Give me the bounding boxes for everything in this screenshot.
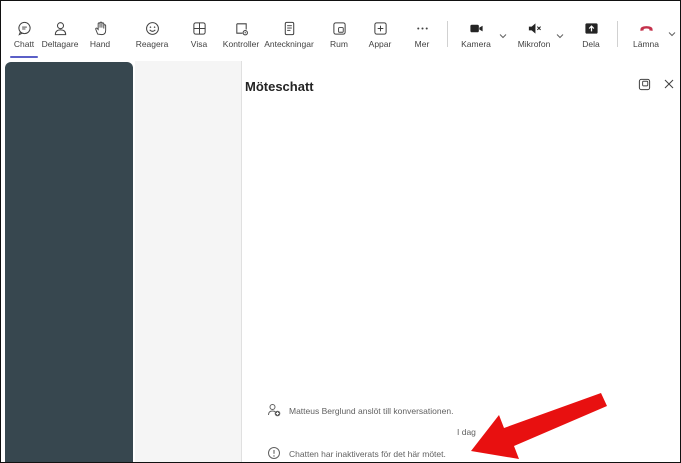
react-button[interactable]: Reagera bbox=[135, 5, 169, 57]
chat-disabled-message: Chatten har inaktiverats för det här möt… bbox=[289, 449, 446, 459]
rooms-icon bbox=[332, 22, 346, 35]
microphone-muted-icon bbox=[528, 23, 541, 34]
emoji-icon bbox=[145, 22, 159, 35]
controls-button[interactable]: Kontroller bbox=[221, 5, 261, 57]
people-icon bbox=[54, 22, 66, 36]
active-tab-indicator bbox=[10, 56, 38, 58]
raise-hand-button-label: Hand bbox=[89, 39, 111, 49]
close-icon bbox=[664, 79, 674, 89]
notes-button[interactable]: Anteckningar bbox=[263, 5, 315, 57]
apps-button[interactable]: Appar bbox=[367, 5, 393, 57]
chevron-down-icon bbox=[499, 34, 507, 39]
meeting-chat-panel: Möteschatt Matteus Berglund anslöt till … bbox=[242, 61, 680, 462]
microphone-button-label: Mikrofon bbox=[517, 39, 551, 49]
camera-options-chevron[interactable] bbox=[498, 31, 508, 41]
chat-panel-title: Möteschatt bbox=[245, 79, 314, 94]
camera-button-label: Kamera bbox=[461, 39, 491, 49]
react-button-label: Reagera bbox=[135, 39, 169, 49]
notes-icon bbox=[284, 21, 294, 36]
apps-icon bbox=[373, 22, 387, 35]
hand-icon bbox=[94, 21, 106, 36]
chat-icon bbox=[17, 21, 31, 36]
pop-out-icon bbox=[638, 78, 651, 91]
leave-button[interactable]: Lämna bbox=[629, 5, 663, 57]
participants-button[interactable]: Deltagare bbox=[40, 5, 80, 57]
share-button[interactable]: Dela bbox=[579, 5, 603, 57]
toolbar-divider bbox=[617, 21, 618, 47]
controls-icon bbox=[235, 23, 248, 36]
close-chat-button[interactable] bbox=[662, 77, 676, 91]
toolbar-divider bbox=[447, 21, 448, 47]
camera-icon bbox=[469, 24, 483, 33]
person-joined-icon bbox=[268, 404, 281, 417]
raise-hand-button[interactable]: Hand bbox=[85, 5, 115, 57]
rooms-button[interactable]: Rum bbox=[327, 5, 351, 57]
leave-options-chevron[interactable] bbox=[667, 29, 677, 39]
grid-icon bbox=[192, 22, 206, 35]
share-button-label: Dela bbox=[582, 39, 600, 49]
more-button[interactable]: Mer bbox=[410, 5, 434, 57]
chevron-down-icon bbox=[556, 34, 564, 39]
join-message: Matteus Berglund anslöt till konversatio… bbox=[289, 406, 454, 416]
microphone-button[interactable]: Mikrofon bbox=[514, 5, 554, 57]
leave-button-label: Lämna bbox=[633, 39, 659, 49]
chat-button[interactable]: Chatt bbox=[10, 5, 38, 57]
microphone-options-chevron[interactable] bbox=[555, 31, 565, 41]
chevron-down-icon bbox=[668, 32, 676, 37]
pop-out-chat-button[interactable] bbox=[638, 78, 651, 91]
camera-button[interactable]: Kamera bbox=[459, 5, 493, 57]
teams-meeting-window: Chatt Deltagare Hand Reagera Visa Kontro… bbox=[0, 0, 681, 463]
info-icon bbox=[268, 447, 280, 459]
chat-button-label: Chatt bbox=[13, 39, 35, 49]
more-icon bbox=[416, 27, 428, 30]
controls-button-label: Kontroller bbox=[222, 39, 260, 49]
more-button-label: Mer bbox=[414, 39, 430, 49]
notes-button-label: Anteckningar bbox=[264, 39, 314, 49]
hang-up-icon bbox=[639, 26, 653, 31]
stage-background bbox=[135, 61, 241, 462]
participants-button-label: Deltagare bbox=[41, 39, 79, 49]
message-timestamp: I dag bbox=[457, 427, 476, 437]
video-stage bbox=[5, 62, 133, 462]
rooms-button-label: Rum bbox=[330, 39, 348, 49]
apps-button-label: Appar bbox=[368, 39, 392, 49]
meeting-toolbar: Chatt Deltagare Hand Reagera Visa Kontro… bbox=[1, 1, 680, 61]
view-button[interactable]: Visa bbox=[187, 5, 211, 57]
view-button-label: Visa bbox=[190, 39, 208, 49]
share-icon bbox=[584, 23, 598, 34]
